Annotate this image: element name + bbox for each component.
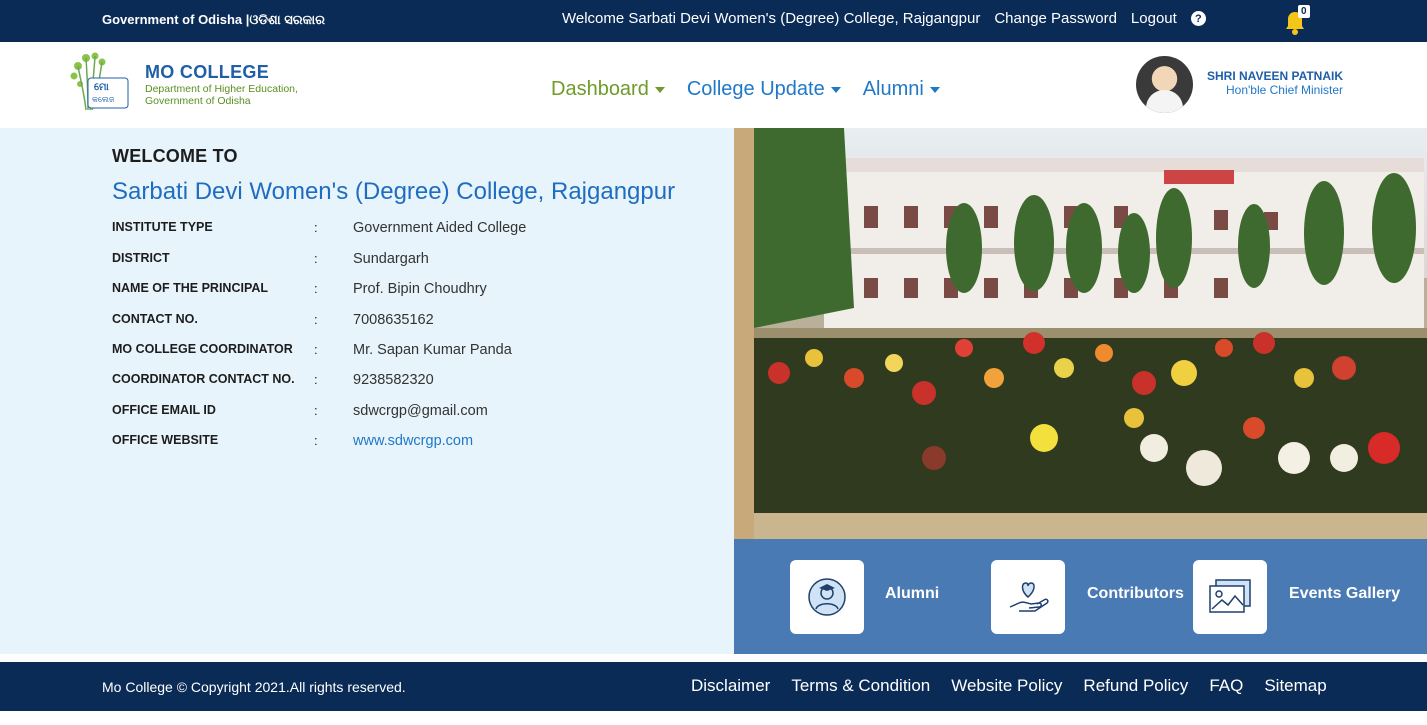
brand-department: Department of Higher Education, (145, 83, 298, 95)
info-row: DISTRICT : Sundargarh (112, 251, 672, 271)
top-bar-actions: Welcome Sarbati Devi Women's (Degree) Co… (562, 10, 1206, 27)
info-label: OFFICE EMAIL ID (112, 403, 216, 417)
welcome-text: Welcome Sarbati Devi Women's (Degree) Co… (562, 10, 981, 27)
info-colon: : (314, 403, 318, 418)
info-row: COORDINATOR CONTACT NO. : 9238582320 (112, 372, 672, 392)
footer-link-sitemap[interactable]: Sitemap (1264, 676, 1326, 696)
info-row: CONTACT NO. : 7008635162 (112, 312, 672, 332)
alumni-link[interactable]: Alumni (885, 585, 939, 603)
chevron-down-icon (929, 86, 940, 93)
top-bar: Government of Odisha |ଓଡିଶା ସରକାର Welcom… (0, 0, 1427, 42)
contributors-icon-button[interactable] (991, 560, 1065, 634)
footer-link-disclaimer[interactable]: Disclaimer (691, 676, 770, 696)
logout-link[interactable]: Logout (1131, 10, 1177, 27)
footer-link-terms[interactable]: Terms & Condition (791, 676, 930, 696)
info-colon: : (314, 251, 318, 266)
notification-count: 0 (1298, 5, 1310, 18)
info-value: 7008635162 (353, 312, 434, 328)
nav-college-update[interactable]: College Update (687, 78, 841, 101)
footer-link-faq[interactable]: FAQ (1209, 676, 1243, 696)
brand-government: Government of Odisha (145, 95, 251, 107)
info-label: DISTRICT (112, 251, 170, 265)
help-icon[interactable]: ? (1190, 11, 1206, 26)
info-colon: : (314, 433, 318, 448)
info-colon: : (314, 281, 318, 296)
info-value: Mr. Sapan Kumar Panda (353, 342, 512, 358)
graduate-icon (808, 578, 846, 616)
gallery-icon (1209, 579, 1251, 613)
footer-link-refund-policy[interactable]: Refund Policy (1083, 676, 1188, 696)
brand-block: MO COLLEGE Department of Higher Educatio… (145, 62, 298, 107)
info-colon: : (314, 342, 318, 357)
footer-links: Disclaimer Terms & Condition Website Pol… (691, 676, 1327, 696)
info-row: OFFICE EMAIL ID : sdwcrgp@gmail.com (112, 403, 672, 423)
info-value: Prof. Bipin Choudhry (353, 281, 487, 297)
info-value: 9238582320 (353, 372, 434, 388)
brand-name: MO COLLEGE (145, 62, 269, 82)
info-label: INSTITUTE TYPE (112, 220, 213, 234)
alumni-icon-button[interactable] (790, 560, 864, 634)
nav-alumni[interactable]: Alumni (863, 78, 940, 101)
info-label: COORDINATOR CONTACT NO. (112, 372, 295, 386)
info-label: MO COLLEGE COORDINATOR (112, 342, 293, 356)
info-colon: : (314, 220, 318, 235)
info-row: OFFICE WEBSITE : www.sdwcrgp.com (112, 433, 672, 453)
events-gallery-link[interactable]: Events Gallery (1289, 585, 1400, 603)
chevron-down-icon (830, 86, 841, 93)
change-password-link[interactable]: Change Password (994, 10, 1117, 27)
svg-text:କଲେଜ: କଲେଜ (92, 95, 115, 104)
site-footer: Mo College © Copyright 2021.All rights r… (0, 662, 1427, 711)
events-gallery-icon-button[interactable] (1193, 560, 1267, 634)
copyright-text: Mo College © Copyright 2021.All rights r… (102, 679, 406, 695)
chief-minister-name: SHRI NAVEEN PATNAIK (1207, 69, 1344, 83)
welcome-heading: WELCOME TO (112, 146, 238, 166)
mo-college-logo: ମୋ କଲେଜ (70, 52, 129, 111)
site-header: ମୋ କଲେଜ MO COLLEGE Department of Higher … (0, 42, 1427, 128)
info-colon: : (314, 312, 318, 327)
nav-dashboard[interactable]: Dashboard (551, 78, 665, 101)
nav-dashboard-label: Dashboard (551, 78, 649, 100)
info-value: sdwcrgp@gmail.com (353, 403, 488, 419)
footer-link-website-policy[interactable]: Website Policy (951, 676, 1062, 696)
info-value: Government Aided College (353, 220, 527, 236)
college-name: Sarbati Devi Women's (Degree) College, R… (112, 178, 676, 205)
college-info-panel: WELCOME TO Sarbati Devi Women's (Degree)… (0, 128, 734, 654)
info-label: OFFICE WEBSITE (112, 433, 219, 447)
nav-alumni-label: Alumni (862, 78, 924, 100)
main-nav: Dashboard College Update Alumni (551, 78, 940, 101)
chief-minister-photo (1136, 56, 1193, 113)
chevron-down-icon (654, 86, 665, 93)
chief-minister-title: Hon'ble Chief Minister (1225, 83, 1343, 97)
quick-links: Alumni Contributors Events Gallery (734, 539, 1427, 654)
info-row: MO COLLEGE COORDINATOR : Mr. Sapan Kumar… (112, 342, 672, 362)
info-colon: : (314, 372, 318, 387)
government-label: Government of Odisha |ଓଡିଶା ସରକାର (102, 12, 325, 27)
chief-minister-block: SHRI NAVEEN PATNAIK Hon'ble Chief Minist… (1207, 69, 1343, 97)
college-photo (734, 128, 1427, 539)
website-link[interactable]: www.sdwcrgp.com (353, 433, 473, 449)
info-row: NAME OF THE PRINCIPAL : Prof. Bipin Chou… (112, 281, 672, 301)
svg-text:ମୋ: ମୋ (94, 82, 109, 93)
info-label: CONTACT NO. (112, 312, 198, 326)
heart-hand-icon (1009, 582, 1049, 612)
info-value: Sundargarh (353, 251, 429, 267)
info-row: INSTITUTE TYPE : Government Aided Colleg… (112, 220, 672, 240)
contributors-link[interactable]: Contributors (1087, 585, 1184, 603)
info-label: NAME OF THE PRINCIPAL (112, 281, 269, 295)
nav-college-update-label: College Update (686, 78, 825, 100)
